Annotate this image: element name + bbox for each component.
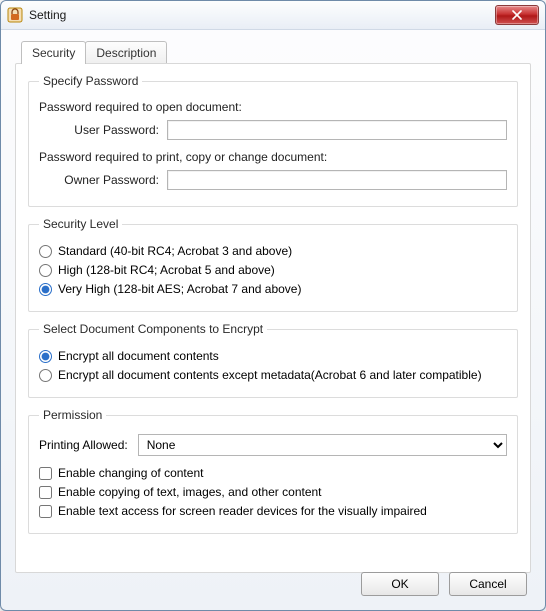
check-enable-copy[interactable] (39, 486, 52, 499)
cancel-button[interactable]: Cancel (449, 572, 527, 596)
label-encrypt-all: Encrypt all document contents (58, 349, 219, 363)
label-enable-access: Enable text access for screen reader dev… (58, 504, 427, 518)
window-title: Setting (29, 8, 495, 22)
check-row-change[interactable]: Enable changing of content (39, 466, 507, 480)
client-area: Security Description Specify Password Pa… (1, 29, 545, 610)
owner-password-input[interactable] (167, 170, 507, 190)
close-icon (512, 10, 522, 20)
dialog-buttons: OK Cancel (361, 572, 527, 596)
label-encrypt-except: Encrypt all document contents except met… (58, 368, 482, 382)
radio-high[interactable] (39, 264, 52, 277)
tab-description[interactable]: Description (85, 41, 167, 64)
radio-encrypt-except[interactable] (39, 369, 52, 382)
label-user-password: User Password: (39, 123, 159, 137)
radio-row-encrypt-all[interactable]: Encrypt all document contents (39, 349, 507, 363)
check-enable-access[interactable] (39, 505, 52, 518)
label-owner-password: Owner Password: (39, 173, 159, 187)
label-high: High (128-bit RC4; Acrobat 5 and above) (58, 263, 275, 277)
close-button[interactable] (495, 5, 539, 25)
radio-veryhigh[interactable] (39, 283, 52, 296)
label-enable-copy: Enable copying of text, images, and othe… (58, 485, 322, 499)
label-standard: Standard (40-bit RC4; Acrobat 3 and abov… (58, 244, 292, 258)
label-printing-allowed: Printing Allowed: (39, 438, 128, 452)
check-enable-change[interactable] (39, 467, 52, 480)
tab-strip: Security Description (21, 41, 166, 64)
legend-level: Security Level (39, 217, 122, 231)
tab-panel: Specify Password Password required to op… (15, 63, 531, 573)
label-enable-change: Enable changing of content (58, 466, 203, 480)
group-specify-password: Specify Password Password required to op… (28, 74, 518, 207)
setting-dialog: Setting Security Description Specify Pas… (0, 0, 546, 611)
group-permission: Permission Printing Allowed: None Enable… (28, 408, 518, 534)
radio-row-standard[interactable]: Standard (40-bit RC4; Acrobat 3 and abov… (39, 244, 507, 258)
title-bar: Setting (1, 1, 545, 30)
legend-encrypt: Select Document Components to Encrypt (39, 322, 267, 336)
label-open-required: Password required to open document: (39, 100, 507, 114)
user-password-input[interactable] (167, 120, 507, 140)
tab-security[interactable]: Security (21, 41, 86, 64)
radio-row-veryhigh[interactable]: Very High (128-bit AES; Acrobat 7 and ab… (39, 282, 507, 296)
check-row-copy[interactable]: Enable copying of text, images, and othe… (39, 485, 507, 499)
label-change-required: Password required to print, copy or chan… (39, 150, 507, 164)
group-security-level: Security Level Standard (40-bit RC4; Acr… (28, 217, 518, 312)
label-veryhigh: Very High (128-bit AES; Acrobat 7 and ab… (58, 282, 301, 296)
legend-permission: Permission (39, 408, 106, 422)
radio-standard[interactable] (39, 245, 52, 258)
radio-encrypt-all[interactable] (39, 350, 52, 363)
ok-button[interactable]: OK (361, 572, 439, 596)
printing-allowed-select[interactable]: None (138, 434, 507, 456)
radio-row-encrypt-except[interactable]: Encrypt all document contents except met… (39, 368, 507, 382)
check-row-access[interactable]: Enable text access for screen reader dev… (39, 504, 507, 518)
app-icon (7, 7, 23, 23)
radio-row-high[interactable]: High (128-bit RC4; Acrobat 5 and above) (39, 263, 507, 277)
legend-specify: Specify Password (39, 74, 142, 88)
group-encrypt: Select Document Components to Encrypt En… (28, 322, 518, 398)
